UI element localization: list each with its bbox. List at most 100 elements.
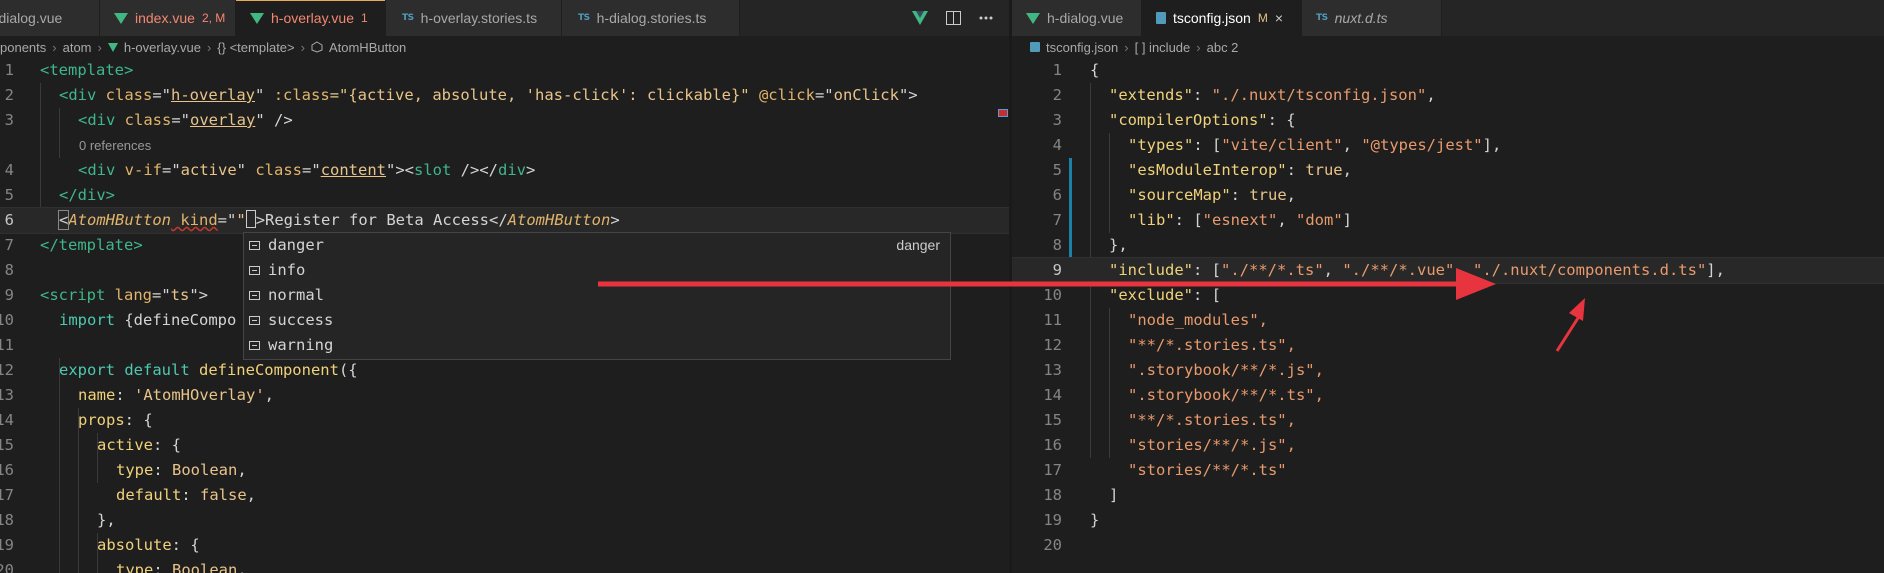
line-number: 1 <box>1052 61 1062 79</box>
json-icon <box>1030 42 1040 52</box>
line-number: 20 <box>0 561 14 573</box>
breadcrumb-item[interactable]: {} <template> <box>217 40 294 55</box>
code-line: 19 } <box>1012 508 1884 533</box>
line-number: 18 <box>0 511 14 529</box>
vue-icon <box>1026 12 1040 24</box>
component-icon <box>311 41 323 53</box>
enum-value-icon <box>249 316 260 325</box>
code-line: 18 }, <box>0 508 1009 533</box>
suggestion-label: warning <box>268 336 334 354</box>
code-line: 17 "stories/**/*.ts" <box>1012 458 1884 483</box>
code-line: 14 ".storybook/**/*.ts", <box>1012 383 1884 408</box>
code-line: 5 "esModuleInterop": true, <box>1012 158 1884 183</box>
line-number: 19 <box>1043 511 1062 529</box>
right-breadcrumb: tsconfig.json › [ ] include › abc 2 <box>1012 36 1884 58</box>
line-number: 12 <box>1043 336 1062 354</box>
code-line: 4 "types": ["vite/client", "@types/jest"… <box>1012 133 1884 158</box>
code-line: 7 "lib": ["esnext", "dom"] <box>1012 208 1884 233</box>
line-number: 4 <box>1052 136 1062 154</box>
ts-icon: TS <box>1316 13 1328 23</box>
suggestion-item[interactable]: normal <box>244 283 950 308</box>
autocomplete-suggest-widget[interactable]: danger danger info normal success warnin… <box>243 232 951 360</box>
line-number: 8 <box>4 261 14 279</box>
text-cursor <box>245 210 256 228</box>
breadcrumb-item[interactable]: [ ] include <box>1135 40 1191 55</box>
tab-h-dialog-stories-ts[interactable]: TS h-dialog.stories.ts <box>562 0 740 36</box>
code-line: 14 props: { <box>0 408 1009 433</box>
tab-label: index.vue <box>135 10 195 26</box>
breadcrumb-item[interactable]: abc 2 <box>1207 40 1239 55</box>
enum-value-icon <box>249 241 260 250</box>
codelens-references[interactable]: 0 references <box>0 133 1009 158</box>
tab-h-dialog-vue[interactable]: h-dialog.vue <box>1012 0 1142 36</box>
line-number: 9 <box>1052 261 1062 279</box>
tab-index-vue[interactable]: index.vue 2, M <box>100 0 236 36</box>
split-editor-icon[interactable] <box>946 11 961 25</box>
code-line: 15 active: { <box>0 433 1009 458</box>
minimap-error-marker[interactable] <box>998 109 1008 117</box>
tab-h-overlay-vue[interactable]: h-overlay.vue 1 <box>236 0 386 36</box>
code-line: 12 export default defineComponent({ <box>0 358 1009 383</box>
close-icon[interactable]: × <box>1275 10 1283 26</box>
code-line: 12 "**/*.stories.ts", <box>1012 333 1884 358</box>
tab-label: h-dialog.vue <box>1047 10 1124 26</box>
right-code-editor[interactable]: 1 { 2 "extends": "./.nuxt/tsconfig.json"… <box>1012 58 1884 573</box>
line-number: 7 <box>1052 211 1062 229</box>
git-status-badge: M <box>1257 11 1268 25</box>
chevron-right-icon: › <box>1196 39 1201 55</box>
tab-tsconfig-json[interactable]: tsconfig.json M × <box>1142 0 1302 36</box>
breadcrumb-item[interactable]: AtomHButton <box>329 40 406 55</box>
problem-badge: 2, M <box>201 11 226 25</box>
line-number: 16 <box>1043 436 1062 454</box>
breadcrumb-item[interactable]: tsconfig.json <box>1046 40 1118 55</box>
suggestion-item[interactable]: success <box>244 308 950 333</box>
line-number: 15 <box>1043 411 1062 429</box>
more-actions-icon[interactable] <box>979 16 993 20</box>
code-line: 2 <div class="h-overlay" :class="{active… <box>0 83 1009 108</box>
code-line: 19 absolute: { <box>0 533 1009 558</box>
chevron-right-icon: › <box>52 39 57 55</box>
breadcrumb-item[interactable]: ponents <box>0 40 46 55</box>
vue-preview-icon[interactable] <box>912 11 928 25</box>
suggestion-detail: danger <box>896 237 940 253</box>
tab-h-overlay-stories-ts[interactable]: TS h-overlay.stories.ts <box>386 0 562 36</box>
suggestion-item[interactable]: info <box>244 258 950 283</box>
suggestion-label: success <box>268 311 334 329</box>
code-line: 13 ".storybook/**/*.js", <box>1012 358 1884 383</box>
tab-label: nuxt.d.ts <box>1334 10 1388 26</box>
code-line: 16 type: Boolean, <box>0 458 1009 483</box>
tab-h-dialog-vue[interactable]: h-dialog.vue <box>0 0 100 36</box>
code-line-current: 6 <AtomHButton kind="" >Register for Beta… <box>0 207 1009 234</box>
code-line: 15 "**/*.stories.ts", <box>1012 408 1884 433</box>
chevron-right-icon: › <box>206 39 212 55</box>
suggestion-label: normal <box>268 286 324 304</box>
line-number: 14 <box>1043 386 1062 404</box>
line-number: 16 <box>0 461 14 479</box>
suggestion-item[interactable]: danger danger <box>244 233 950 258</box>
line-number: 12 <box>0 361 14 379</box>
line-number: 5 <box>1052 161 1062 179</box>
tab-label: tsconfig.json <box>1172 10 1251 26</box>
left-breadcrumb: ponents › atom › h-overlay.vue › {} <tem… <box>0 36 1009 58</box>
breadcrumb-item[interactable]: h-overlay.vue <box>124 40 201 55</box>
suggestion-item[interactable]: warning <box>244 333 950 358</box>
line-number: 6 <box>1052 186 1062 204</box>
code-line: 20 <box>1012 533 1884 558</box>
line-number: 5 <box>4 186 14 204</box>
code-line: 10 "exclude": [ <box>1012 283 1884 308</box>
chevron-right-icon: › <box>97 39 102 55</box>
line-number: 15 <box>0 436 14 454</box>
line-number: 14 <box>0 411 14 429</box>
code-line: 1 <template> <box>0 58 1009 83</box>
code-line-current: 9 "include": ["./**/*.ts", "./**/*.vue",… <box>1012 257 1884 284</box>
breadcrumb-item[interactable]: atom <box>63 40 92 55</box>
line-number: 17 <box>0 486 14 504</box>
line-number: 11 <box>0 336 14 354</box>
line-number: 7 <box>4 236 14 254</box>
line-number: 10 <box>1043 286 1062 304</box>
line-number: 11 <box>1043 311 1062 329</box>
vue-icon <box>250 12 264 24</box>
line-number: 13 <box>1043 361 1062 379</box>
code-line: 16 "stories/**/*.js", <box>1012 433 1884 458</box>
tab-nuxt-d-ts[interactable]: TS nuxt.d.ts <box>1302 0 1442 36</box>
